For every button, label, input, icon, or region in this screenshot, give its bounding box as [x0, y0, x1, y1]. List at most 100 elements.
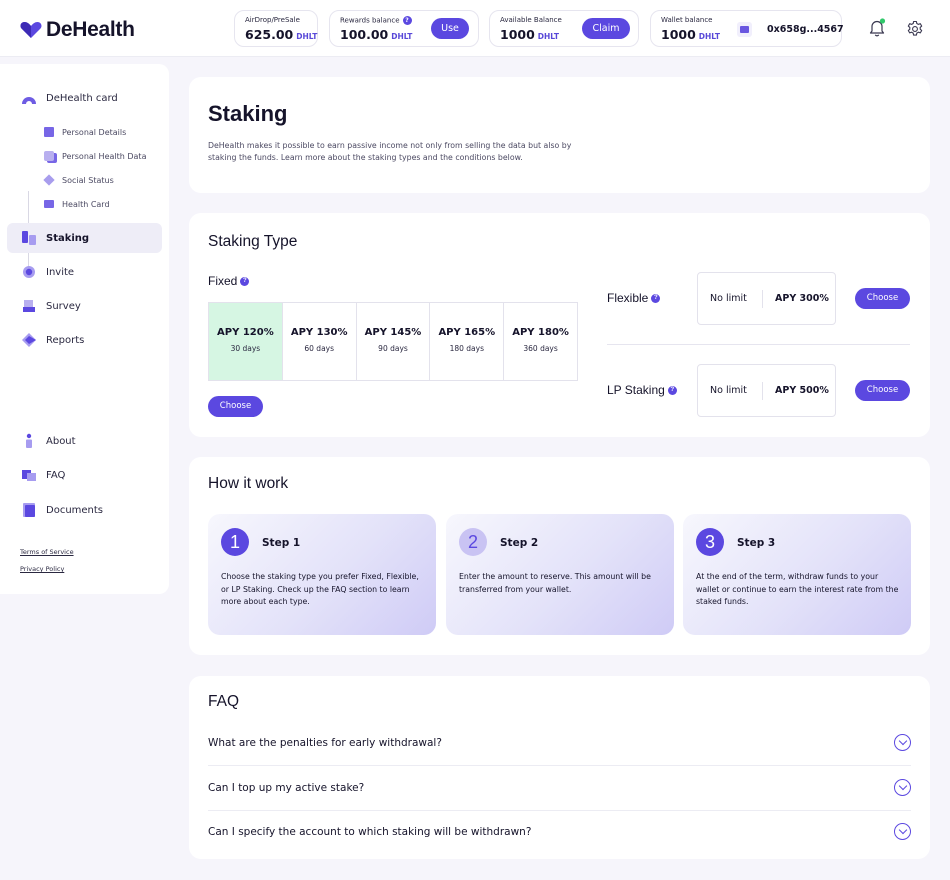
faq-question: Can I top up my active stake?	[208, 782, 365, 794]
logo[interactable]: DeHealth	[20, 18, 135, 42]
sidebar-item-label: Invite	[46, 266, 75, 278]
sidebar-item-about[interactable]: About	[7, 426, 162, 456]
chevron-down-icon[interactable]	[894, 779, 911, 796]
chevron-down-icon[interactable]	[894, 823, 911, 840]
faq-item[interactable]: Can I top up my active stake?	[208, 766, 911, 811]
sidebar-item-staking[interactable]: Staking	[7, 223, 162, 253]
period-option-30[interactable]: APY 120% 30 days	[209, 303, 283, 380]
lp-apy: APY 500%	[775, 385, 829, 396]
available-label: Available Balance	[500, 16, 562, 24]
divider	[607, 344, 910, 345]
use-button[interactable]: Use	[431, 18, 469, 39]
faq-item[interactable]: Can I specify the account to which staki…	[208, 810, 911, 855]
fixed-label: Fixed?	[208, 274, 250, 288]
help-icon[interactable]: ?	[240, 277, 250, 287]
sidebar-item-label: Survey	[46, 300, 81, 312]
step-title: Step 1	[262, 537, 301, 549]
how-it-work-title: How it work	[208, 475, 289, 492]
faq-item[interactable]: What are the penalties for early withdra…	[208, 721, 911, 766]
flexible-option-box: No limit APY 300%	[697, 272, 836, 325]
faq-question: What are the penalties for early withdra…	[208, 737, 442, 749]
airdrop-value: 625.00 DHLT	[245, 27, 318, 42]
step-title: Step 3	[737, 537, 776, 549]
sidebar-subitem-personal-details[interactable]: Personal Details	[44, 124, 126, 140]
faq-title: FAQ	[208, 693, 240, 710]
terms-link[interactable]: Terms of Service	[20, 548, 74, 556]
top-header: DeHealth AirDrop/PreSale 625.00 DHLT Rewa…	[0, 0, 950, 57]
rewards-balance: Rewards balance? 100.00 DHLT Use	[329, 10, 479, 47]
fixed-choose-button[interactable]: Choose	[208, 396, 263, 417]
step-text: Choose the staking type you prefer Fixed…	[221, 572, 419, 606]
sidebar-item-dehealth-card[interactable]: DeHealth card	[7, 83, 162, 113]
logo-text: DeHealth	[46, 18, 135, 41]
staking-type-card: Staking Type Fixed? APY 120% 30 days APY…	[189, 213, 930, 437]
staking-icon	[22, 231, 36, 245]
document-icon	[44, 127, 54, 137]
step-number-1-icon: 1	[221, 528, 249, 556]
wallet-address[interactable]: 0x658g...4567	[767, 24, 844, 35]
period-option-180[interactable]: APY 165% 180 days	[430, 303, 505, 380]
health-data-icon	[44, 151, 54, 161]
flexible-label: Flexible?	[607, 291, 661, 305]
heart-logo-icon	[20, 22, 42, 38]
step-card-3: 3 Step 3 At the end of the term, withdra…	[683, 514, 911, 635]
available-balance: Available Balance 1000 DHLT Claim	[489, 10, 639, 47]
sidebar-subitem-label: Personal Details	[62, 127, 127, 137]
period-option-90[interactable]: APY 145% 90 days	[357, 303, 431, 380]
sidebar-item-label: FAQ	[46, 469, 66, 481]
reports-icon	[22, 333, 36, 347]
invite-icon	[23, 266, 35, 278]
staking-intro-card: Staking DeHealth makes it possible to ea…	[189, 77, 930, 193]
rewards-label: Rewards balance?	[340, 16, 412, 25]
period-option-60[interactable]: APY 130% 60 days	[283, 303, 357, 380]
sidebar-item-documents[interactable]: Documents	[7, 495, 162, 525]
sidebar-item-reports[interactable]: Reports	[7, 325, 162, 355]
available-value: 1000 DHLT	[500, 27, 559, 42]
flexible-choose-button[interactable]: Choose	[855, 288, 910, 309]
lp-limit: No limit	[710, 385, 747, 396]
help-icon[interactable]: ?	[667, 386, 677, 396]
claim-button[interactable]: Claim	[582, 18, 630, 39]
step-text: Enter the amount to reserve. This amount…	[459, 572, 651, 594]
sidebar-subitem-label: Health Card	[62, 199, 110, 209]
step-text: At the end of the term, withdraw funds t…	[696, 572, 899, 606]
sidebar-subitem-health-card[interactable]: Health Card	[44, 196, 110, 212]
sidebar-subitem-health-data[interactable]: Personal Health Data	[44, 148, 146, 164]
sidebar-item-invite[interactable]: Invite	[7, 257, 162, 287]
privacy-link[interactable]: Privacy Policy	[20, 565, 64, 573]
sidebar-item-label: Staking	[46, 232, 90, 244]
step-number-2-icon: 2	[459, 528, 487, 556]
card-icon	[44, 200, 54, 208]
staking-description: DeHealth makes it possible to earn passi…	[208, 141, 572, 162]
airdrop-label: AirDrop/PreSale	[245, 16, 300, 24]
page-title: Staking	[208, 101, 288, 126]
sidebar-item-label: Reports	[46, 334, 85, 346]
bell-icon[interactable]	[868, 18, 886, 38]
fixed-period-options: APY 120% 30 days APY 130% 60 days APY 14…	[208, 302, 578, 381]
notification-dot	[879, 18, 886, 24]
help-icon[interactable]: ?	[402, 16, 412, 25]
step-card-2: 2 Step 2 Enter the amount to reserve. Th…	[446, 514, 674, 635]
help-icon[interactable]: ?	[651, 294, 661, 304]
sidebar-subitem-label: Social Status	[62, 175, 114, 185]
sidebar-item-label: About	[46, 435, 76, 447]
period-option-360[interactable]: APY 180% 360 days	[504, 303, 577, 380]
sidebar-subitem-social-status[interactable]: Social Status	[43, 172, 114, 188]
airdrop-balance: AirDrop/PreSale 625.00 DHLT	[234, 10, 318, 47]
sidebar-item-survey[interactable]: Survey	[7, 291, 162, 321]
faq-icon	[22, 470, 36, 481]
social-icon	[43, 174, 55, 186]
lp-choose-button[interactable]: Choose	[855, 380, 910, 401]
wallet-balance[interactable]: Wallet balance 1000 DHLT 0x658g...4567	[650, 10, 844, 47]
sidebar: DeHealth card Personal Details Personal …	[0, 64, 169, 594]
lp-option-box: No limit APY 500%	[697, 364, 836, 417]
chevron-down-icon[interactable]	[894, 734, 911, 751]
sidebar-item-faq[interactable]: FAQ	[7, 460, 162, 490]
step-card-1: 1 Step 1 Choose the staking type you pre…	[208, 514, 436, 635]
divider	[762, 290, 763, 308]
sidebar-subitem-label: Personal Health Data	[62, 151, 147, 161]
step-title: Step 2	[500, 537, 539, 549]
gear-icon[interactable]	[906, 20, 924, 38]
faq-card: FAQ What are the penalties for early wit…	[189, 676, 930, 859]
dehealth-card-icon	[22, 97, 36, 104]
